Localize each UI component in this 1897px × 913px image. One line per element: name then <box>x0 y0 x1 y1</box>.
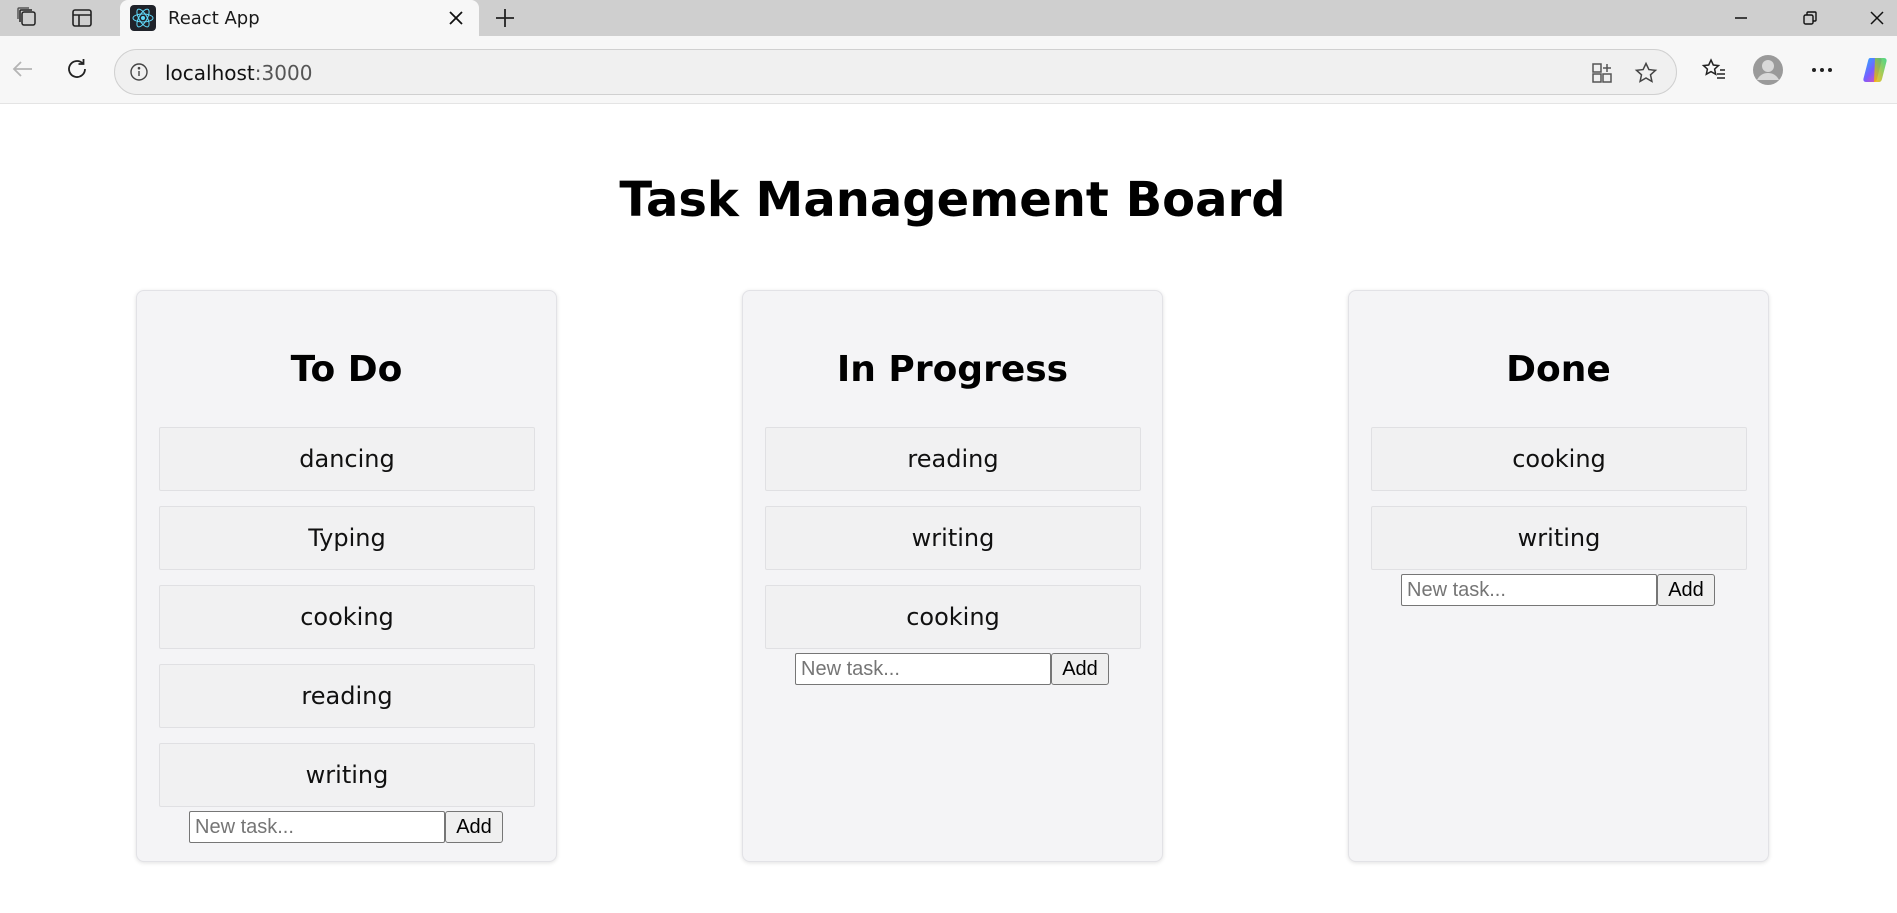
back-arrow-icon[interactable] <box>5 51 41 87</box>
task-card[interactable]: reading <box>765 427 1141 491</box>
workspaces-icon[interactable] <box>14 4 42 32</box>
new-task-input[interactable] <box>795 653 1051 685</box>
column-todo: To Do dancing Typing cooking reading wri… <box>136 290 557 862</box>
address-bar[interactable]: localhost:3000 <box>114 49 1677 95</box>
task-card[interactable]: dancing <box>159 427 535 491</box>
column-done: Done cooking writing Add <box>1348 290 1769 862</box>
url-port: :3000 <box>254 61 313 85</box>
add-task-form: Add <box>795 653 1109 685</box>
browser-tab-bar: React App <box>0 0 1897 44</box>
browser-toolbar: localhost:3000 <box>0 36 1897 104</box>
restore-icon[interactable] <box>1790 3 1830 33</box>
favorite-star-icon[interactable] <box>1631 58 1661 88</box>
close-window-icon[interactable] <box>1857 3 1897 33</box>
column-title: Done <box>1506 349 1611 390</box>
favorites-icon[interactable] <box>1697 53 1731 87</box>
minimize-icon[interactable] <box>1721 3 1761 33</box>
new-tab-icon[interactable] <box>490 3 520 33</box>
column-title: In Progress <box>836 349 1069 390</box>
task-card[interactable]: cooking <box>159 585 535 649</box>
add-task-form: Add <box>1401 574 1715 606</box>
task-card[interactable]: writing <box>159 743 535 807</box>
task-card[interactable]: writing <box>765 506 1141 570</box>
url-text[interactable]: localhost:3000 <box>165 61 312 85</box>
react-logo-icon <box>130 5 156 31</box>
site-info-icon[interactable] <box>125 58 153 86</box>
task-card[interactable]: writing <box>1371 506 1747 570</box>
url-host: localhost <box>165 61 255 85</box>
copilot-icon[interactable] <box>1859 53 1893 87</box>
profile-avatar-icon[interactable] <box>1751 53 1785 87</box>
refresh-icon[interactable] <box>59 51 95 87</box>
tab-actions-icon[interactable] <box>68 4 96 32</box>
new-task-input[interactable] <box>189 811 445 843</box>
more-options-icon[interactable] <box>1805 53 1839 87</box>
column-in-progress: In Progress reading writing cooking Add <box>742 290 1163 862</box>
page-title: Task Management Board <box>619 172 1286 228</box>
close-tab-icon[interactable] <box>443 5 469 31</box>
tab-title: React App <box>168 8 260 29</box>
task-card[interactable]: Typing <box>159 506 535 570</box>
add-task-button[interactable]: Add <box>1657 574 1715 606</box>
task-card[interactable]: reading <box>159 664 535 728</box>
task-card[interactable]: cooking <box>765 585 1141 649</box>
new-task-input[interactable] <box>1401 574 1657 606</box>
page-content: Task Management Board To Do dancing Typi… <box>0 104 1897 913</box>
app-available-icon[interactable] <box>1587 58 1617 88</box>
column-title: To Do <box>290 349 403 390</box>
add-task-form: Add <box>189 811 503 843</box>
add-task-button[interactable]: Add <box>1051 653 1109 685</box>
task-card[interactable]: cooking <box>1371 427 1747 491</box>
add-task-button[interactable]: Add <box>445 811 503 843</box>
